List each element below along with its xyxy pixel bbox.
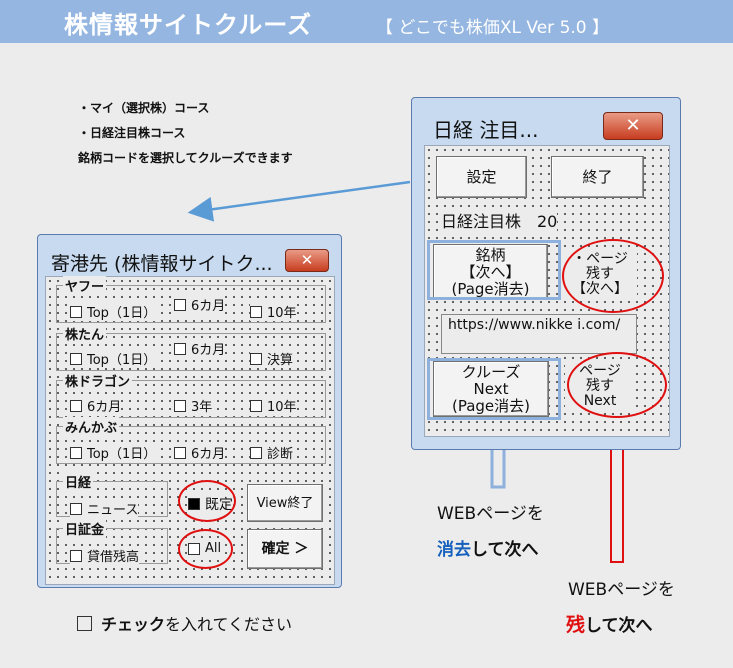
keep-word: 残 — [566, 614, 586, 636]
kabudragon-10y-checkbox[interactable]: 10年 — [250, 396, 297, 415]
course-notes: ・マイ（選択株）コース ・日経注目株コース 銘柄コードを選択してクルーズできます — [78, 96, 293, 171]
keep-caption-prefix: WEBページを — [568, 580, 675, 600]
kabudragon-3y-checkbox[interactable]: 3年 — [174, 396, 213, 415]
close-button[interactable]: ✕ — [603, 112, 663, 140]
close-icon: ✕ — [625, 115, 641, 136]
note-nikkei-course: ・日経注目株コース — [78, 126, 186, 140]
kabutan-earnings-checkbox[interactable]: 決算 — [250, 349, 294, 368]
highlight-cruise-button — [427, 358, 561, 420]
url-field[interactable]: https://www.nikke i.com/ — [441, 314, 637, 354]
minkabu-diagnosis-checkbox[interactable]: 診断 — [250, 443, 294, 462]
note-my-course: ・マイ（選択株）コース — [78, 101, 210, 115]
header-banner: 株情報サイトクルーズ 【 どこでも株価XL Ver 5.0 】 — [0, 0, 733, 43]
exit-button[interactable]: 終了 — [551, 156, 644, 198]
nikkei-dialog-title: 日経 注目... — [433, 118, 539, 142]
stock-count-label: 日経注目株 20 — [441, 208, 558, 232]
kabudragon-6m-checkbox[interactable]: 6カ月 — [70, 396, 122, 415]
confirm-button[interactable]: 確定 ＞ — [247, 529, 323, 569]
highlight-all-option — [178, 529, 233, 569]
view-exit-button[interactable]: View終了 — [247, 484, 323, 522]
highlight-brand-button — [427, 240, 561, 300]
checkbox-sample-icon — [77, 615, 92, 631]
erase-caption: 消去して次へ — [437, 535, 539, 560]
minkabu-6m-checkbox[interactable]: 6カ月 — [174, 443, 226, 462]
pointer-arrow — [187, 180, 411, 222]
settings-button[interactable]: 設定 — [436, 156, 527, 198]
note-select-code: 銘柄コードを選択してクルーズできます — [78, 151, 293, 165]
highlight-default-option — [178, 480, 236, 522]
check-hint-bold: チェック — [101, 615, 166, 634]
close-button[interactable]: ✕ — [285, 249, 329, 272]
app-title: 株情報サイトクルーズ — [64, 11, 313, 39]
erase-word: 消去 — [437, 540, 471, 560]
erase-suffix: して次へ — [471, 540, 539, 560]
yahoo-6m-checkbox[interactable]: 6カ月 — [174, 295, 226, 314]
kabutan-6m-checkbox[interactable]: 6カ月 — [174, 339, 226, 358]
close-icon: ✕ — [300, 251, 314, 269]
kabutan-top-checkbox[interactable]: Top（1日） — [70, 349, 157, 368]
app-version: 【 どこでも株価XL Ver 5.0 】 — [376, 18, 610, 38]
check-hint: チェック を入れてください — [77, 611, 292, 635]
erase-caption-prefix: WEBページを — [437, 504, 544, 524]
nisshokin-balance-checkbox[interactable]: 貸借残高 — [70, 546, 140, 565]
yahoo-10y-checkbox[interactable]: 10年 — [250, 302, 297, 321]
highlight-cruise-note — [567, 352, 667, 418]
keep-suffix: して次へ — [585, 616, 653, 636]
yahoo-top-checkbox[interactable]: Top（1日） — [70, 302, 157, 321]
minkabu-top-checkbox[interactable]: Top（1日） — [70, 443, 157, 462]
highlight-brand-note — [562, 239, 664, 313]
keep-caption: 残して次へ — [566, 610, 653, 637]
nikkei-news-checkbox[interactable]: ニュース — [70, 499, 139, 518]
check-hint-rest: を入れてください — [165, 615, 293, 634]
ports-dialog-title: 寄港先 (株情報サイトク... — [51, 253, 273, 275]
